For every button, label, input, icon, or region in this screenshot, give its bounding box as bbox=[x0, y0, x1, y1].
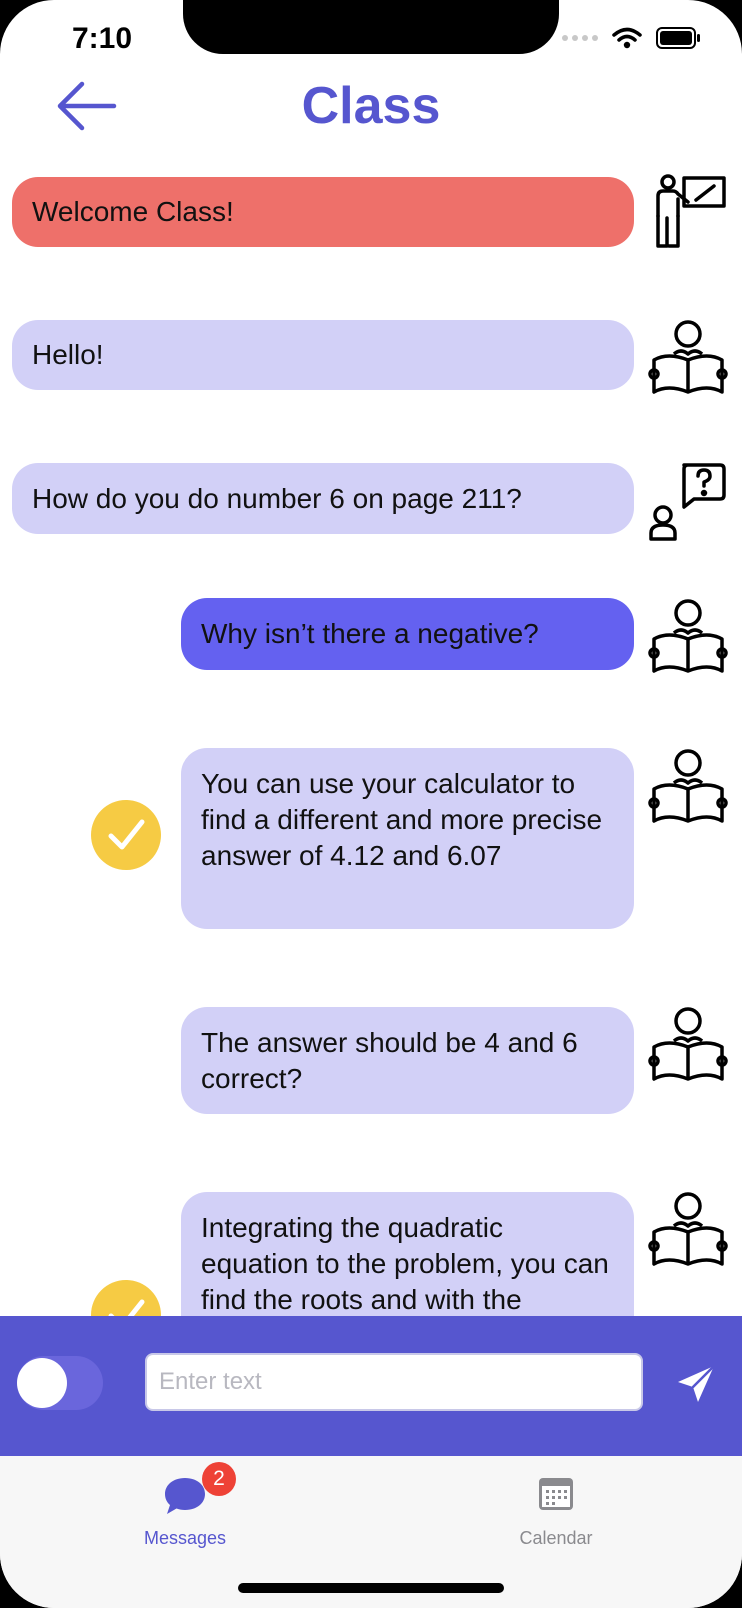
student-reading-icon bbox=[648, 749, 728, 823]
message-bubble-selected[interactable]: Why isn’t there a negative? bbox=[181, 598, 634, 670]
student-reading-icon bbox=[648, 599, 728, 673]
message-bubble[interactable]: You can use your calculator to find a di… bbox=[181, 748, 634, 929]
student-reading-icon bbox=[648, 320, 728, 394]
tab-calendar[interactable]: Calendar bbox=[476, 1456, 636, 1556]
tab-messages[interactable]: 2 Messages bbox=[105, 1456, 265, 1556]
message-text: Hello! bbox=[32, 339, 104, 370]
message-text: Integrating the quadratic equation to th… bbox=[201, 1212, 609, 1315]
message-bubble[interactable]: Hello! bbox=[12, 320, 634, 390]
message-composer bbox=[0, 1316, 742, 1456]
person-question-icon bbox=[649, 463, 726, 541]
message-text: Welcome Class! bbox=[32, 196, 234, 227]
message-bubble[interactable]: How do you do number 6 on page 211? bbox=[12, 463, 634, 534]
toggle-knob bbox=[17, 1358, 67, 1408]
teacher-pointing-board-icon bbox=[656, 174, 726, 248]
unread-badge: 2 bbox=[202, 1462, 236, 1496]
tab-label: Calendar bbox=[519, 1528, 593, 1548]
message-text: Why isn’t there a negative? bbox=[201, 618, 539, 649]
home-indicator[interactable] bbox=[238, 1583, 504, 1593]
message-bubble[interactable]: The answer should be 4 and 6 correct? bbox=[181, 1007, 634, 1114]
message-text: You can use your calculator to find a di… bbox=[201, 768, 603, 871]
calendar-icon bbox=[539, 1478, 573, 1510]
message-bubble[interactable]: Welcome Class! bbox=[12, 177, 634, 247]
anonymous-toggle[interactable] bbox=[17, 1356, 103, 1410]
send-icon[interactable] bbox=[672, 1360, 720, 1408]
phone-screen: 7:10 Class Welcome Class! Hello! How do … bbox=[0, 0, 742, 1608]
wifi-icon bbox=[612, 27, 642, 49]
page-title: Class bbox=[301, 77, 441, 135]
status-icons bbox=[562, 26, 702, 50]
battery-icon bbox=[656, 27, 700, 49]
status-time: 7:10 bbox=[72, 22, 133, 55]
student-reading-icon bbox=[648, 1192, 728, 1266]
tab-label: Messages bbox=[143, 1528, 227, 1548]
checkmark-icon[interactable] bbox=[91, 800, 161, 870]
message-text: How do you do number 6 on page 211? bbox=[32, 482, 522, 514]
student-reading-icon bbox=[648, 1007, 728, 1081]
device-notch bbox=[183, 0, 559, 54]
message-input[interactable] bbox=[145, 1353, 643, 1411]
message-text: The answer should be 4 and 6 correct? bbox=[201, 1027, 578, 1094]
cellular-signal-icon bbox=[562, 35, 598, 41]
